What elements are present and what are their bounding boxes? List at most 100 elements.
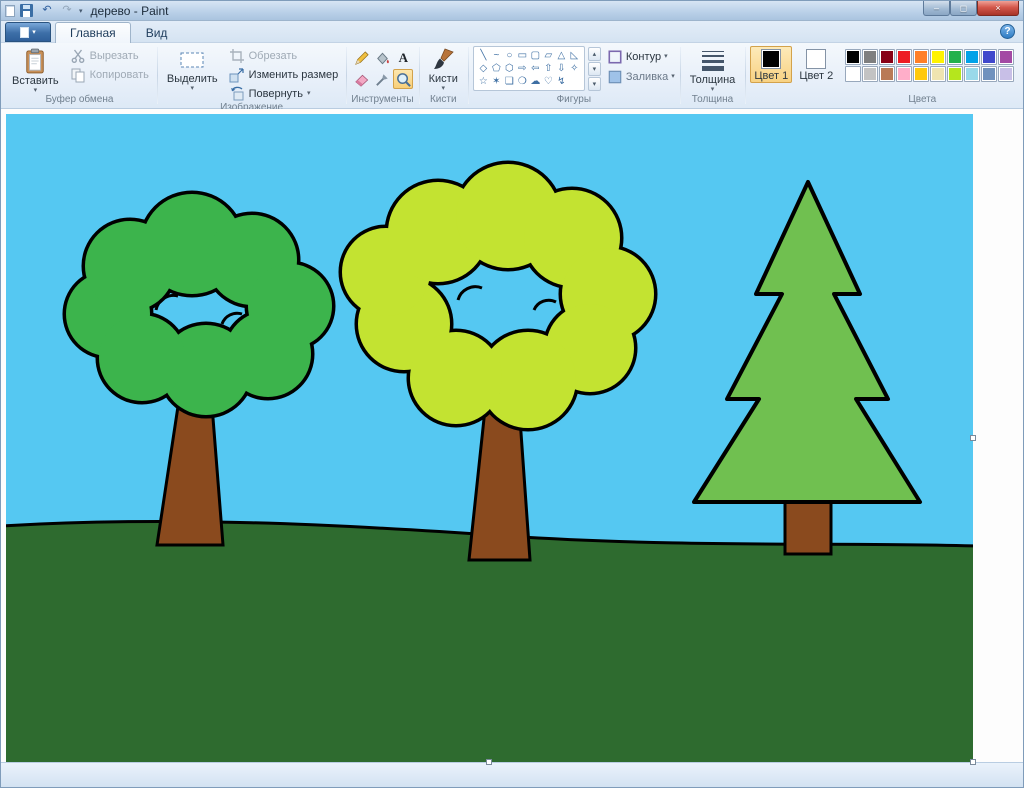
select-button[interactable]: Выделить ▾ [162, 46, 223, 92]
shape-four-point-star[interactable]: ✧ [568, 62, 581, 75]
help-button[interactable]: ? [1000, 24, 1015, 39]
ribbon-tab-row: ▾ Главная Вид ? [1, 21, 1023, 43]
magnifier-tool[interactable] [393, 69, 413, 89]
palette-color[interactable] [964, 49, 980, 65]
shape-diamond[interactable]: ◇ [477, 62, 490, 75]
shapes-more-icon[interactable]: ▾ [588, 77, 601, 91]
eraser-tool[interactable] [351, 69, 371, 89]
selection-rectangle-icon [179, 48, 205, 72]
resize-button[interactable]: Изменить размер [226, 67, 342, 83]
palette-color[interactable] [947, 66, 963, 82]
shape-arrow-right[interactable]: ⇨ [516, 62, 529, 75]
shape-curve[interactable]: ~ [490, 49, 503, 62]
shape-six-point-star[interactable]: ✶ [490, 75, 503, 88]
color2-label: Цвет 2 [799, 71, 833, 82]
shape-right-triangle[interactable]: ◺ [568, 49, 581, 62]
tab-home[interactable]: Главная [55, 22, 131, 43]
quick-access-toolbar: ↶ ↷ ▾ [5, 3, 83, 18]
palette-color[interactable] [964, 66, 980, 82]
shape-rounded-callout[interactable]: ❏ [503, 75, 516, 88]
shape-lightning[interactable]: ↯ [555, 75, 568, 88]
shape-fill-button[interactable]: Заливка ▾ [607, 69, 675, 85]
palette-color[interactable] [981, 66, 997, 82]
chevron-down-icon: ▾ [190, 86, 194, 92]
palette-color[interactable] [862, 49, 878, 65]
palette-color[interactable] [862, 66, 878, 82]
shapes-gallery: ╲~○▭▢▱△◺ ◇⬠⬡⇨⇦⇧⇩✧ ☆✶❏❍☁♡↯ [473, 46, 585, 91]
canvas-resize-handle-right[interactable] [970, 435, 976, 441]
undo-icon[interactable]: ↶ [39, 3, 55, 18]
outline-icon [607, 49, 623, 65]
qat-dropdown-icon[interactable]: ▾ [79, 7, 83, 15]
application-menu-button[interactable]: ▾ [5, 22, 51, 42]
shape-arrow-up[interactable]: ⇧ [542, 62, 555, 75]
shape-pentagon[interactable]: ⬠ [490, 62, 503, 75]
maximize-button[interactable]: ◻ [950, 1, 977, 16]
shape-heart[interactable]: ♡ [542, 75, 555, 88]
save-icon[interactable] [19, 3, 35, 18]
shapes-scroll-down-icon[interactable]: ▾ [588, 62, 601, 76]
palette-color[interactable] [981, 49, 997, 65]
palette-color[interactable] [879, 66, 895, 82]
minimize-button[interactable]: – [923, 1, 950, 16]
palette-color[interactable] [930, 66, 946, 82]
resize-label: Изменить размер [249, 69, 339, 81]
shape-triangle[interactable]: △ [555, 49, 568, 62]
color2-button[interactable]: Цвет 2 [795, 46, 837, 83]
shape-arrow-left[interactable]: ⇦ [529, 62, 542, 75]
text-tool[interactable]: A [393, 48, 413, 68]
chevron-down-icon: ▾ [307, 91, 311, 97]
shape-polygon[interactable]: ▱ [542, 49, 555, 62]
paste-button[interactable]: Вставить ▾ [7, 46, 64, 94]
redo-icon[interactable]: ↷ [59, 3, 75, 18]
fill-tool[interactable] [372, 48, 392, 68]
palette-color[interactable] [913, 49, 929, 65]
shapes-gallery-scroll: ▴ ▾ ▾ [588, 46, 601, 91]
canvas-resize-handle-bottom[interactable] [486, 759, 492, 765]
tools-grid: A [351, 46, 413, 89]
shape-rectangle[interactable]: ▭ [516, 49, 529, 62]
palette-color[interactable] [896, 49, 912, 65]
palette-color[interactable] [998, 66, 1014, 82]
palette-color[interactable] [913, 66, 929, 82]
shape-hexagon[interactable]: ⬡ [503, 62, 516, 75]
paint-canvas[interactable] [6, 114, 973, 762]
color-picker-tool[interactable] [372, 69, 392, 89]
size-button[interactable]: Толщина ▾ [685, 46, 741, 93]
text-tool-icon: A [399, 50, 408, 66]
pencil-tool[interactable] [351, 48, 371, 68]
palette-color[interactable] [998, 49, 1014, 65]
shape-cloud-callout[interactable]: ☁ [529, 75, 542, 88]
color1-button[interactable]: Цвет 1 [750, 46, 792, 83]
close-button[interactable]: × [977, 1, 1019, 16]
palette-color[interactable] [845, 66, 861, 82]
color1-swatch [761, 49, 781, 69]
brushes-button[interactable]: Кисти ▾ [424, 46, 463, 92]
line-thickness-icon [701, 48, 725, 73]
copy-button[interactable]: Копировать [67, 67, 152, 83]
titlebar: ↶ ↷ ▾ дерево - Paint – ◻ × [1, 1, 1023, 21]
canvas-resize-handle-corner[interactable] [970, 759, 976, 765]
rotate-button[interactable]: Повернуть ▾ [226, 86, 342, 102]
tab-view[interactable]: Вид [131, 22, 183, 42]
palette-color[interactable] [947, 49, 963, 65]
palette-color[interactable] [896, 66, 912, 82]
cut-button[interactable]: Вырезать [67, 48, 152, 64]
shape-arrow-down[interactable]: ⇩ [555, 62, 568, 75]
shape-rounded-rectangle[interactable]: ▢ [529, 49, 542, 62]
shape-outline-button[interactable]: Контур ▾ [607, 49, 675, 65]
shape-line[interactable]: ╲ [477, 49, 490, 62]
palette-color[interactable] [879, 49, 895, 65]
shapes-scroll-up-icon[interactable]: ▴ [588, 47, 601, 61]
color-palette [840, 46, 1019, 82]
palette-color[interactable] [930, 49, 946, 65]
group-label-tools: Инструменты [349, 94, 415, 107]
crop-button[interactable]: Обрезать [226, 48, 342, 64]
rotate-label: Повернуть [249, 88, 303, 100]
shape-five-point-star[interactable]: ☆ [477, 75, 490, 88]
shape-oval-callout[interactable]: ❍ [516, 75, 529, 88]
group-image: Выделить ▾ Обрезать [157, 43, 346, 108]
cut-label: Вырезать [90, 50, 139, 62]
palette-color[interactable] [845, 49, 861, 65]
shape-oval[interactable]: ○ [503, 49, 516, 62]
